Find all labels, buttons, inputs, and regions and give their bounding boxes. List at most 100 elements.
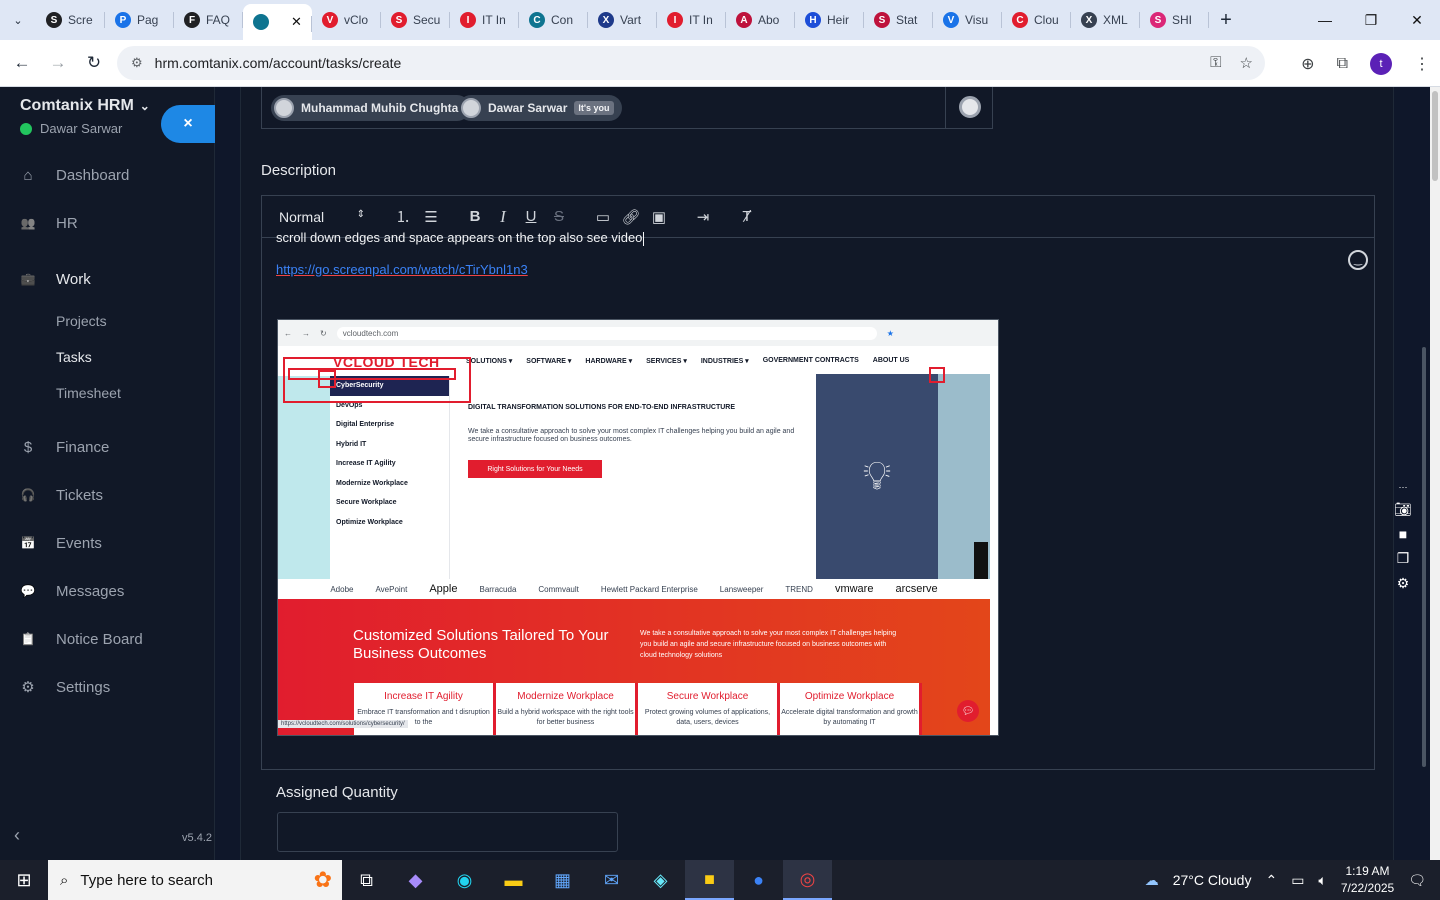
assignee-selector[interactable]: Muhammad Muhib Chughtai Dawar Sarwar It'… [261,87,993,129]
browser-tab[interactable]: A Abo [726,0,795,40]
format-select[interactable]: Normal ⇕ [279,209,365,225]
assignee-chip[interactable]: Dawar Sarwar It's you [458,95,622,121]
app-icon[interactable]: ◈ [636,860,685,900]
tab-search-button[interactable]: ⌄ [0,0,36,40]
browser-tab[interactable]: V Visu [933,0,1002,40]
notifications-icon[interactable]: 🗨︎ [1408,872,1426,889]
browser-tab[interactable]: I IT In [450,0,519,40]
new-tab-button[interactable]: + [1209,9,1243,32]
image-icon[interactable]: ▭ [589,205,617,229]
sidebar-item-notice-board[interactable]: 📋 Notice Board [0,615,215,663]
copilot-icon[interactable]: ◆ [391,860,440,900]
volume-icon[interactable]: 🔈︎ [1318,872,1326,889]
profile-avatar[interactable]: t [1370,52,1392,75]
password-key-icon[interactable]: ⚿ [1210,54,1221,72]
chrome-icon[interactable]: ◎ [783,860,832,900]
close-tab-icon[interactable]: ✕ [291,14,302,30]
italic-icon[interactable]: I [489,205,517,229]
ordered-list-icon[interactable]: ⒈ [389,205,417,229]
bold-icon[interactable]: B [461,205,489,229]
forward-icon[interactable]: → [40,53,76,73]
browser-tab[interactable]: X XML [1071,0,1140,40]
assigned-quantity-input[interactable] [277,812,618,852]
text-direction-icon[interactable]: ⇥ [689,205,717,229]
browser-tab[interactable]: C Clou [1002,0,1071,40]
lightbulb-monitor-icon: 💡︎ [816,374,938,579]
minimize-icon[interactable]: — [1302,0,1348,40]
description-text-value: scroll down edges and space appears on t… [276,230,643,245]
address-bar[interactable]: ⚙ hrm.comtanix.com/account/tasks/create … [117,46,1265,80]
browser-tab[interactable]: S SHI [1140,0,1209,40]
close-sidebar-button[interactable]: × [161,105,215,143]
video-camera-icon[interactable]: ■ [1399,526,1407,542]
sidebar-subitem-projects[interactable]: Projects [0,303,215,339]
add-assignee-avatar[interactable] [959,96,981,118]
browser-tab[interactable]: S Scre [36,0,105,40]
brand-switcher[interactable]: Comtanix HRM ⌄ [20,97,150,115]
browser-tab[interactable]: I IT In [657,0,726,40]
reload-icon[interactable]: ↻ [76,53,112,73]
store-icon[interactable]: ▦ [538,860,587,900]
task-view-icon[interactable]: ⧉ [342,860,391,900]
extensions-icon[interactable]: ⧉ [1337,55,1348,73]
browser-tab[interactable]: F FAQ [174,0,243,40]
clear-format-icon[interactable]: Ⱦ [733,205,761,229]
bookmark-star-icon[interactable]: ☆ [1240,54,1253,72]
mail-icon[interactable]: ✉ [587,860,636,900]
description-link[interactable]: https://go.screenpal.com/watch/cTirYbnl1… [276,262,1360,277]
video-icon[interactable]: ▣ [645,205,673,229]
online-status-icon [20,122,32,135]
more-icon[interactable]: ⋯ [1399,482,1408,493]
sidebar-item-events[interactable]: 📅 Events [0,519,215,567]
windows-start-icon[interactable]: ⊞ [0,860,48,900]
sidebar-item-messages[interactable]: 💬 Messages [0,567,215,615]
sidebar-item-work[interactable]: 💼 Work [0,255,215,303]
sidebar-item-tickets[interactable]: 🎧 Tickets [0,471,215,519]
tab-title: vClo [344,13,369,27]
camera-icon[interactable]: 📷︎ [1394,501,1412,518]
sticky-notes-icon[interactable]: ■ [685,860,734,900]
underline-icon[interactable]: U [517,205,545,229]
browser-tab[interactable]: X Vart [588,0,657,40]
strikethrough-icon[interactable]: S [545,205,573,229]
taskbar-search[interactable]: ⌕ Type here to search ✿ [48,860,342,900]
sidebar-item-settings[interactable]: ⚙ Settings [0,663,215,711]
translate-icon[interactable]: ⊕ [1301,54,1314,74]
browser-tab[interactable]: VvClo [312,0,381,40]
browser-tab[interactable]: P Pag [105,0,174,40]
weather-text[interactable]: 27°C Cloudy [1173,872,1252,888]
sidebar-item-hr[interactable]: 👥 HR [0,199,215,247]
browser-tab[interactable]: C Con [519,0,588,40]
close-window-icon[interactable]: ✕ [1394,0,1440,40]
browser-tab[interactable]: S Stat [864,0,933,40]
collapse-sidebar-icon[interactable]: ‹ [14,825,20,846]
browser-tab[interactable]: S Secu [381,0,450,40]
gear-icon[interactable]: ⚙ [1397,575,1410,592]
editor-content[interactable]: scroll down edges and space appears on t… [276,230,1360,736]
chrome-menu-icon[interactable]: ⋮ [1414,54,1430,74]
assignee-chip[interactable]: Muhammad Muhib Chughtai [271,95,470,121]
sidebar-subitem-timesheet[interactable]: Timesheet [0,375,215,411]
network-icon[interactable]: ▭ [1291,872,1304,889]
sidebar-subitem-tasks[interactable]: Tasks [0,339,215,375]
embedded-screenshot-image[interactable]: ← → ↻ vcloudtech.com ★ VCLOUD TECH SOLUT… [277,319,999,736]
sidebar-item-finance[interactable]: $ Finance [0,423,215,471]
bullet-list-icon[interactable]: ☰ [417,205,445,229]
back-icon[interactable]: ← [4,53,40,73]
page-scrollbar[interactable] [1430,87,1440,860]
edge-icon[interactable]: ◉ [440,860,489,900]
zoom-icon[interactable]: ● [734,860,783,900]
sidebar-item-dashboard[interactable]: ⌂ Dashboard [0,151,215,199]
file-explorer-icon[interactable]: ▬ [489,860,538,900]
site-info-icon[interactable]: ⚙ [131,55,143,71]
browser-tab[interactable]: H Heir [795,0,864,40]
chevron-up-icon[interactable]: ⌃ [1265,872,1277,889]
browser-tab[interactable]: ✕ [243,4,312,40]
shot-star-icon: ★ [886,328,894,338]
clock[interactable]: 1:19 AM 7/22/2025 [1341,863,1394,897]
link-icon[interactable]: 🔗︎ [617,205,645,229]
scrollbar-thumb[interactable] [1422,347,1426,767]
restore-icon[interactable]: ❐ [1348,0,1394,40]
scrollbar-thumb[interactable] [1432,91,1438,181]
gallery-icon[interactable]: ❐ [1397,550,1410,567]
